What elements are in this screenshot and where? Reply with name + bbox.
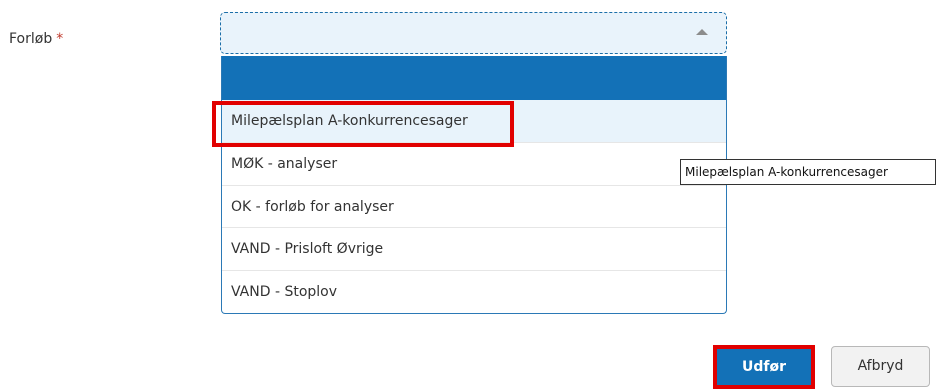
- forlob-select[interactable]: [220, 12, 727, 54]
- option-vand-stoplov[interactable]: VAND - Stoplov: [222, 271, 726, 313]
- highlight-outline-option: [212, 101, 514, 147]
- form-root: Forløb * Milepælsplan A-konkurrencesager …: [0, 0, 941, 391]
- field-label-text: Forløb: [9, 31, 53, 47]
- required-marker: *: [56, 31, 64, 47]
- dropdown-search-bar[interactable]: [222, 56, 726, 100]
- option-ok-forlob[interactable]: OK - forløb for analyser: [222, 186, 726, 229]
- forlob-dropdown: Milepælsplan A-konkurrencesager MØK - an…: [221, 56, 727, 314]
- caret-up-icon[interactable]: [696, 29, 708, 35]
- cancel-button[interactable]: Afbryd: [831, 346, 930, 387]
- option-vand-prisloft[interactable]: VAND - Prisloft Øvrige: [222, 228, 726, 272]
- option-tooltip: Milepælsplan A-konkurrencesager: [680, 159, 936, 185]
- submit-button[interactable]: Udfør: [713, 345, 815, 389]
- field-label-forlob: Forløb *: [9, 31, 63, 47]
- option-mok-analyser[interactable]: MØK - analyser: [222, 143, 726, 186]
